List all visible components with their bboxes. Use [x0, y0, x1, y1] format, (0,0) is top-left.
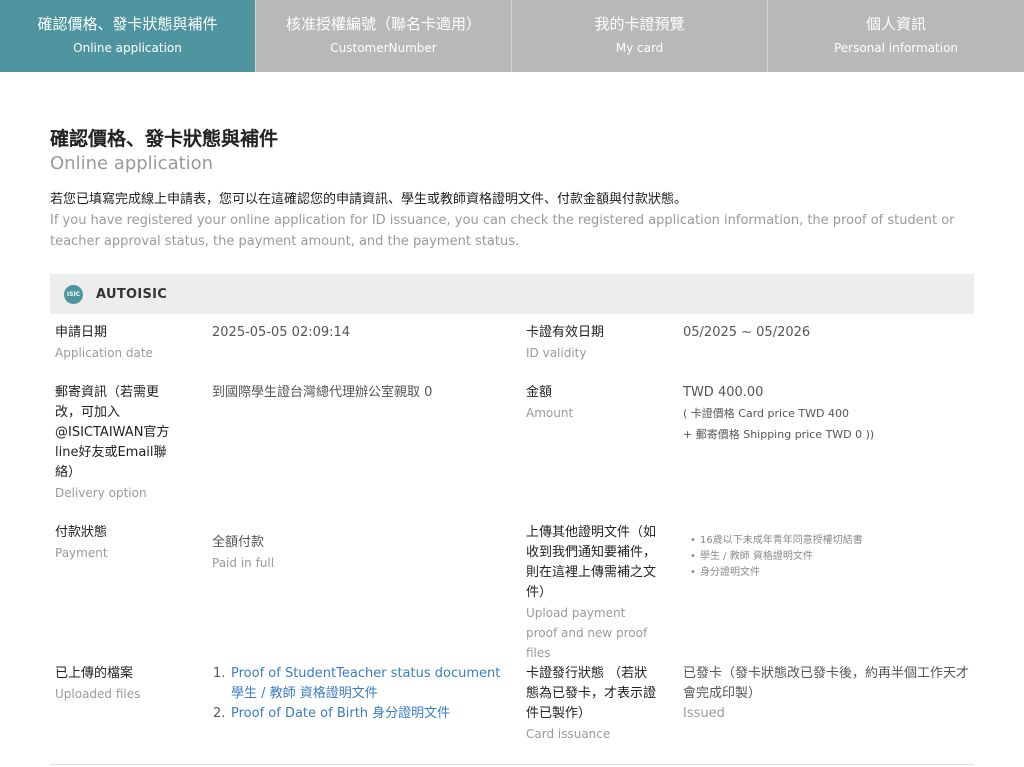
amount-value: TWD 400.00 ( 卡證價格 Card price TWD 400 + 郵… — [683, 383, 973, 445]
tab-label-en: CustomerNumber — [330, 41, 437, 55]
payment-status: 全額付款 — [212, 535, 265, 550]
label-en: Delivery option — [55, 486, 147, 500]
card-type-name: AUTOISIC — [96, 286, 168, 302]
upload-item-status-proof[interactable]: 學生 / 教師 資格證明文件 — [690, 549, 970, 565]
tab-label-zh: 確認價格、發卡狀態與補件 — [37, 15, 218, 33]
tab-label-en: My card — [615, 41, 664, 55]
label-zh: 付款狀態 — [55, 525, 108, 540]
label-en: Card issuance — [526, 727, 611, 741]
value-text: 到國際學生證台灣總代理辦公室親取 0 — [212, 385, 433, 400]
tab-label-en: Online application — [73, 41, 182, 55]
issuance-status-en: Issued — [683, 706, 725, 721]
amount-card-price: ( 卡證價格 Card price TWD 400 — [683, 407, 849, 420]
isic-logo-icon: ISIC — [64, 284, 83, 304]
page-subtitle: Online application — [50, 153, 214, 174]
label-en: Upload payment proof and new proof files — [526, 606, 648, 660]
uploaded-file-link-birth-proof[interactable]: Proof of Date of Birth 身分證明文件 — [231, 706, 450, 721]
list-number: 2. — [213, 706, 226, 721]
upload-document-list: 16歲以下未成年青年同意授權切結書 學生 / 教師 資格證明文件 身分證明文件 — [690, 533, 970, 581]
label-en: ID validity — [526, 346, 587, 360]
amount-shipping-price: + 郵寄價格 Shipping price TWD 0 )) — [683, 428, 875, 441]
label-zh: 申請日期 — [55, 325, 108, 340]
uploaded-file-item: 1. Proof of StudentTeacher status docume… — [213, 664, 513, 704]
value-text: 2025-05-05 02:09:14 — [212, 325, 351, 340]
upload-item-identity-proof[interactable]: 身分證明文件 — [690, 565, 970, 581]
label-zh: 已上傳的檔案 — [55, 666, 134, 681]
delivery-label: 郵寄資訊（若需更改，可加入@ISICTAIWAN官方line好友或Email聯絡… — [55, 383, 179, 503]
application-date-value: 2025-05-05 02:09:14 — [212, 323, 502, 343]
issuance-label: 卡證發行狀態 （若狀態為已發卡，才表示證件已製作） Card issuance — [526, 664, 660, 744]
upload-item-guardian-consent[interactable]: 16歲以下未成年青年同意授權切結書 — [690, 533, 970, 549]
card-header: ISIC AUTOISIC — [50, 274, 974, 314]
payment-status-en: Paid in full — [212, 556, 275, 570]
page-intro: 確認價格、發卡狀態與補件 Online application 若您已填寫完成線… — [50, 126, 974, 252]
tab-my-card[interactable]: 我的卡證預覽 My card — [512, 0, 768, 72]
issuance-status: 已發卡（發卡狀態改已發卡後，約再半個工作天才會完成印製） — [683, 666, 970, 701]
list-number: 1. — [213, 666, 226, 681]
label-en: Payment — [55, 546, 108, 560]
issuance-value: 已發卡（發卡狀態改已發卡後，約再半個工作天才會完成印製） Issued — [683, 664, 973, 724]
tab-customer-number[interactable]: 核准授權編號（聯名卡適用） CustomerNumber — [256, 0, 512, 72]
amount-label: 金額 Amount — [526, 383, 666, 423]
label-zh: 郵寄資訊（若需更改，可加入@ISICTAIWAN官方line好友或Email聯絡… — [55, 385, 170, 480]
payment-label: 付款狀態 Payment — [55, 523, 195, 563]
application-date-label: 申請日期 Application date — [55, 323, 195, 363]
amount-total: TWD 400.00 — [683, 385, 764, 400]
tab-label-zh: 個人資訊 — [865, 15, 926, 33]
label-en: Uploaded files — [55, 687, 141, 701]
uploaded-files-list: 1. Proof of StudentTeacher status docume… — [213, 664, 513, 724]
uploaded-files-value: 1. Proof of StudentTeacher status docume… — [213, 664, 513, 724]
label-zh: 上傳其他證明文件（如收到我們通知要補件，則在這裡上傳需補之文件） — [526, 525, 657, 600]
label-en: Amount — [526, 406, 574, 420]
divider — [50, 764, 974, 765]
delivery-value: 到國際學生證台灣總代理辦公室親取 0 — [212, 383, 502, 403]
uploaded-file-link-status-proof[interactable]: Proof of StudentTeacher status document … — [231, 666, 500, 701]
intro-text-zh: 若您已填寫完成線上申請表，您可以在這確認您的申請資訊、學生或教師資格證明文件、付… — [50, 192, 688, 207]
uploaded-files-label: 已上傳的檔案 Uploaded files — [55, 664, 195, 704]
tab-bar: 確認價格、發卡狀態與補件 Online application 核准授權編號（聯… — [0, 0, 1024, 72]
tab-label-en: Personal information — [833, 41, 959, 55]
page-title: 確認價格、發卡狀態與補件 — [50, 128, 279, 150]
tab-label-zh: 核准授權編號（聯名卡適用） — [285, 15, 481, 33]
payment-value: 全額付款 Paid in full — [212, 533, 502, 573]
tab-personal-information[interactable]: 個人資訊 Personal information — [768, 0, 1024, 72]
value-text: 05/2025 ~ 05/2026 — [683, 325, 811, 340]
uploaded-file-item: 2. Proof of Date of Birth 身分證明文件 — [213, 704, 513, 724]
label-en: Application date — [55, 346, 153, 360]
validity-value: 05/2025 ~ 05/2026 — [683, 323, 973, 343]
label-zh: 卡證有效日期 — [526, 325, 605, 340]
tab-label-zh: 我的卡證預覽 — [594, 15, 685, 33]
upload-label: 上傳其他證明文件（如收到我們通知要補件，則在這裡上傳需補之文件） Upload … — [526, 523, 660, 663]
label-zh: 卡證發行狀態 （若狀態為已發卡，才表示證件已製作） — [526, 666, 657, 721]
upload-list: 16歲以下未成年青年同意授權切結書 學生 / 教師 資格證明文件 身分證明文件 — [690, 533, 970, 581]
tab-online-application[interactable]: 確認價格、發卡狀態與補件 Online application — [0, 0, 256, 72]
label-zh: 金額 — [526, 385, 553, 400]
validity-label: 卡證有效日期 ID validity — [526, 323, 666, 363]
intro-text-en: If you have registered your online appli… — [50, 213, 955, 249]
